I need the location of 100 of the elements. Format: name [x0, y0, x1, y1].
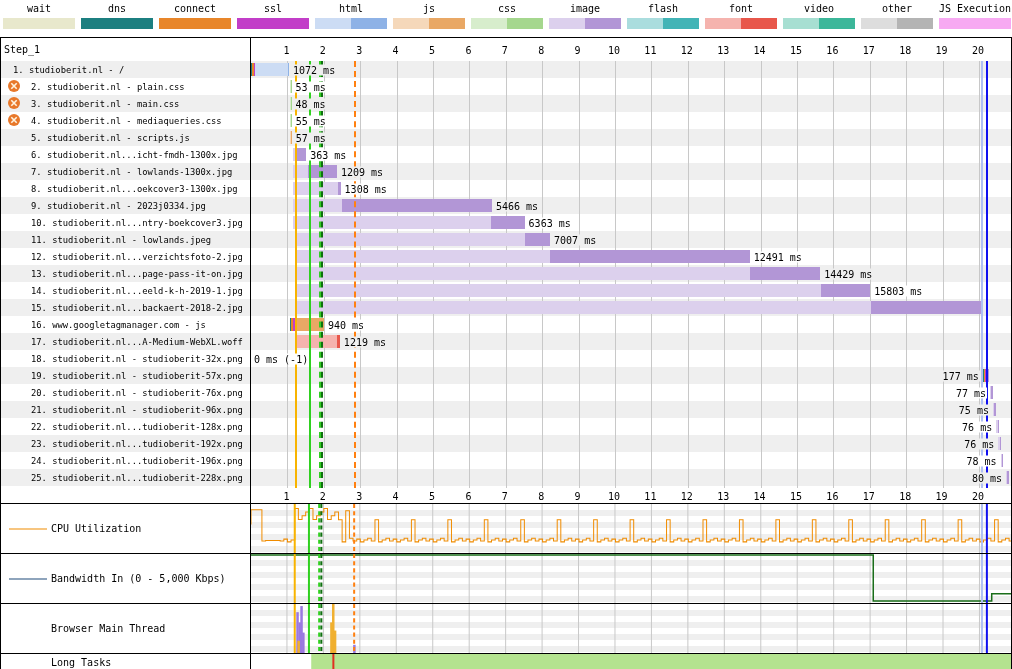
time-tick-label: 3: [356, 44, 363, 55]
time-tick-label: 5: [429, 44, 435, 55]
duration-label: 12491 ms: [752, 251, 803, 262]
time-tick-label: 12: [680, 490, 693, 501]
time-tick-label: 7: [501, 490, 508, 501]
time-tick-label: 8: [538, 44, 545, 55]
request-label[interactable]: 13. studioberit.nl...page-pass-it-on.jpg: [31, 268, 243, 279]
step-title: Step_1: [4, 44, 41, 55]
time-tick-label: 7: [501, 44, 508, 55]
duration-label: 7007 ms: [553, 234, 598, 245]
request-label[interactable]: 11. studioberit.nl - lowlands.jpeg: [31, 234, 212, 245]
time-tick-label: 15: [790, 44, 802, 55]
time-tick-label: 10: [608, 44, 620, 55]
time-tick-label: 14: [753, 44, 766, 55]
legend-label: flash: [647, 3, 679, 15]
long-task-marker: [332, 654, 335, 669]
time-tick-label: 2: [319, 44, 326, 55]
graph-label: Long Tasks: [51, 657, 112, 668]
activity-bar: [353, 644, 356, 653]
request-label[interactable]: 6. studioberit.nl...icht-fmdh-1300x.jpg: [31, 149, 238, 160]
time-tick-label: 16: [826, 490, 839, 501]
request-label[interactable]: 10. studioberit.nl...ntry-boekcover3.jpg: [31, 217, 243, 228]
time-tick-label: 4: [392, 490, 399, 501]
time-tick-label: 1: [283, 490, 290, 501]
legend-label: image: [569, 3, 601, 15]
request-label[interactable]: 4. studioberit.nl - mediaqueries.css: [31, 115, 222, 126]
legend-label: css: [497, 3, 517, 15]
graph-label: CPU Utilization: [51, 523, 142, 534]
time-tick-label: 2: [319, 490, 326, 501]
request-label[interactable]: 12. studioberit.nl...verzichtsfoto-2.jpg: [31, 251, 243, 262]
legend-label: other: [881, 3, 913, 15]
time-tick-label: 10: [608, 490, 620, 501]
time-tick-label: 9: [574, 490, 581, 501]
time-tick-label: 14: [753, 490, 766, 501]
duration-label: 1209 ms: [340, 166, 385, 177]
time-tick-label: 13: [717, 490, 730, 501]
request-label[interactable]: 14. studioberit.nl...eeld-k-h-2019-1.jpg: [31, 285, 243, 296]
duration-label: 1219 ms: [342, 336, 387, 347]
duration-label: 76 ms: [963, 438, 996, 449]
request-label[interactable]: 18. studioberit.nl - studioberit-32x.png: [31, 353, 243, 364]
time-tick-label: 12: [680, 44, 693, 55]
legend-label: ssl: [263, 3, 283, 15]
legend-label: html: [338, 3, 364, 15]
request-label[interactable]: 22. studioberit.nl...tudioberit-128x.png: [31, 421, 243, 432]
request-label[interactable]: 21. studioberit.nl - studioberit-96x.png: [31, 404, 243, 415]
time-tick-label: 19: [935, 490, 948, 501]
request-label[interactable]: 17. studioberit.nl...A-Medium-WebXL.woff: [31, 336, 243, 347]
duration-label: 5466 ms: [494, 200, 540, 211]
duration-label: 78 ms: [965, 455, 998, 466]
legend-label: font: [728, 3, 754, 15]
duration-label: 363 ms: [309, 149, 348, 160]
request-label[interactable]: 9. studioberit.nl - 2023j0334.jpg: [31, 200, 206, 211]
duration-label: 53 ms: [294, 81, 327, 92]
time-tick-label: 17: [862, 490, 875, 501]
time-tick-label: 1: [283, 44, 290, 55]
duration-label: 1072 ms: [292, 64, 337, 75]
request-label[interactable]: 5. studioberit.nl - scripts.js: [31, 132, 190, 143]
duration-label: 6363 ms: [527, 217, 572, 228]
request-label[interactable]: 7. studioberit.nl - lowlands-1300x.jpg: [31, 166, 233, 177]
time-tick-label: 18: [899, 490, 912, 501]
duration-label: 940 ms: [326, 319, 365, 330]
legend-label: wait: [26, 3, 52, 15]
graph-label: Browser Main Thread: [51, 623, 166, 634]
legend-line-icon: [9, 577, 47, 580]
legend-label: connect: [173, 3, 217, 15]
duration-label: 48 ms: [294, 98, 327, 109]
duration-label: 75 ms: [957, 404, 990, 415]
time-tick-label: 3: [356, 490, 363, 501]
duration-label: 57 ms: [294, 132, 327, 143]
request-label[interactable]: 15. studioberit.nl...backaert-2018-2.jpg: [31, 302, 243, 313]
request-label[interactable]: 2. studioberit.nl - plain.css: [31, 81, 185, 92]
request-label[interactable]: 3. studioberit.nl - main.css: [31, 98, 180, 109]
time-tick-label: 6: [465, 490, 472, 501]
request-label[interactable]: 8. studioberit.nl...oekcover3-1300x.jpg: [31, 183, 238, 194]
time-tick-label: 8: [538, 490, 545, 501]
request-label[interactable]: 1. studioberit.nl - /: [13, 64, 125, 75]
request-label[interactable]: 25. studioberit.nl...tudioberit-228x.png: [31, 472, 243, 483]
request-label[interactable]: 19. studioberit.nl - studioberit-57x.png: [31, 370, 243, 381]
time-tick-label: 18: [899, 44, 912, 55]
time-tick-label: 11: [644, 44, 657, 55]
duration-label: 76 ms: [961, 421, 994, 432]
time-tick-label: 9: [574, 44, 581, 55]
request-label[interactable]: 23. studioberit.nl...tudioberit-192x.png: [31, 438, 243, 449]
time-tick-label: 6: [465, 44, 472, 55]
duration-label: 80 ms: [970, 472, 1004, 483]
time-tick-label: 17: [862, 44, 875, 55]
duration-label: 177 ms: [941, 370, 980, 381]
duration-label: 0 ms (-1): [253, 353, 310, 364]
time-tick-label: 15: [790, 490, 802, 501]
request-label[interactable]: 20. studioberit.nl - studioberit-76x.png: [31, 387, 243, 398]
time-tick-label: 19: [935, 44, 948, 55]
request-label[interactable]: 24. studioberit.nl...tudioberit-196x.png: [31, 455, 243, 466]
request-label[interactable]: 16. www.googletagmanager.com - js: [31, 319, 206, 330]
time-tick-label: 11: [644, 490, 657, 501]
legend-label: js: [422, 3, 435, 15]
time-tick-label: 16: [826, 44, 839, 55]
duration-label: 14429 ms: [823, 268, 874, 279]
duration-label: 55 ms: [294, 115, 327, 126]
legend-label: JS Execution: [938, 3, 1012, 15]
time-tick-label: 5: [429, 490, 435, 501]
